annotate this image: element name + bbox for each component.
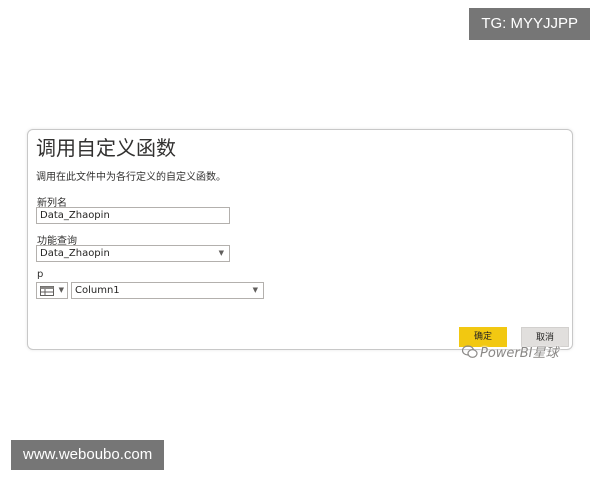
chevron-down-icon: ▼ <box>58 286 64 294</box>
chevron-down-icon: ▼ <box>252 286 258 294</box>
watermark: PowerBI星球 <box>462 342 559 361</box>
dialog-title: 调用自定义函数 <box>36 136 176 160</box>
function-query-value: Data_Zhaopin <box>40 248 110 259</box>
parameter-column-select[interactable]: Column1 ▼ <box>71 282 264 299</box>
parameter-column-value: Column1 <box>75 285 120 296</box>
top-badge: TG: MYYJJPP <box>469 8 590 40</box>
function-query-select[interactable]: Data_Zhaopin ▼ <box>36 245 230 262</box>
new-column-input[interactable]: Data_Zhaopin <box>36 207 230 224</box>
table-icon <box>40 286 54 296</box>
parameter-label: p <box>37 269 44 280</box>
wechat-icon <box>462 345 478 358</box>
dialog-description: 调用在此文件中为各行定义的自定义函数。 <box>36 172 226 183</box>
chevron-down-icon: ▼ <box>218 249 224 257</box>
invoke-custom-function-dialog: 调用自定义函数 调用在此文件中为各行定义的自定义函数。 新列名 Data_Zha… <box>27 129 573 350</box>
bottom-badge: www.weboubo.com <box>11 440 165 470</box>
watermark-text: PowerBI星球 <box>480 346 559 361</box>
parameter-type-dropdown[interactable]: ▼ <box>36 282 68 299</box>
